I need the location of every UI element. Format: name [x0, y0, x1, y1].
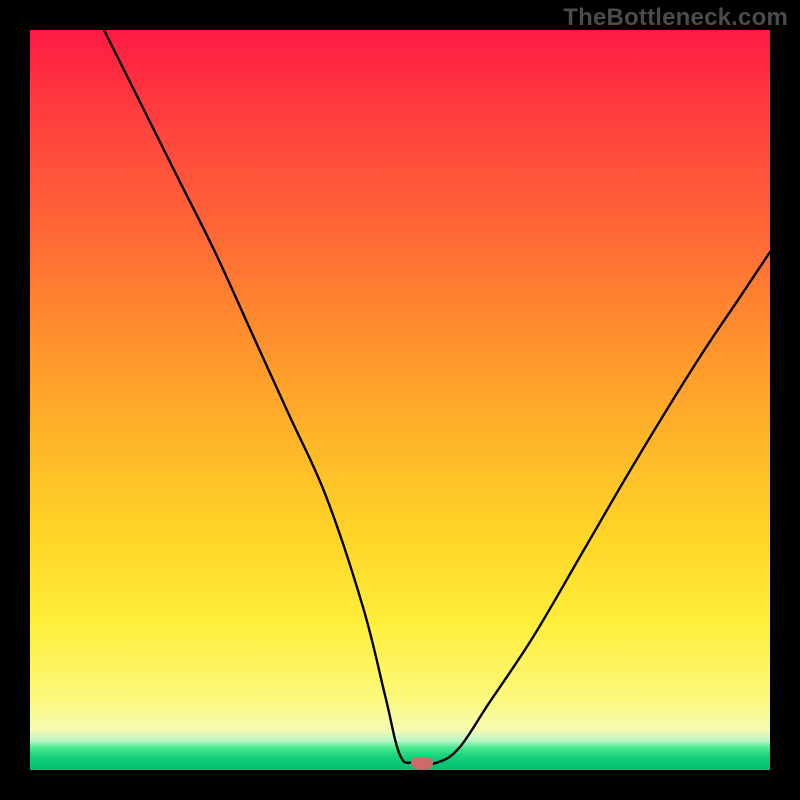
minimum-marker [411, 757, 433, 769]
bottleneck-curve [30, 30, 770, 770]
curve-path [104, 30, 770, 764]
chart-frame: TheBottleneck.com [0, 0, 800, 800]
watermark-text: TheBottleneck.com [563, 4, 788, 32]
plot-area [30, 30, 770, 770]
